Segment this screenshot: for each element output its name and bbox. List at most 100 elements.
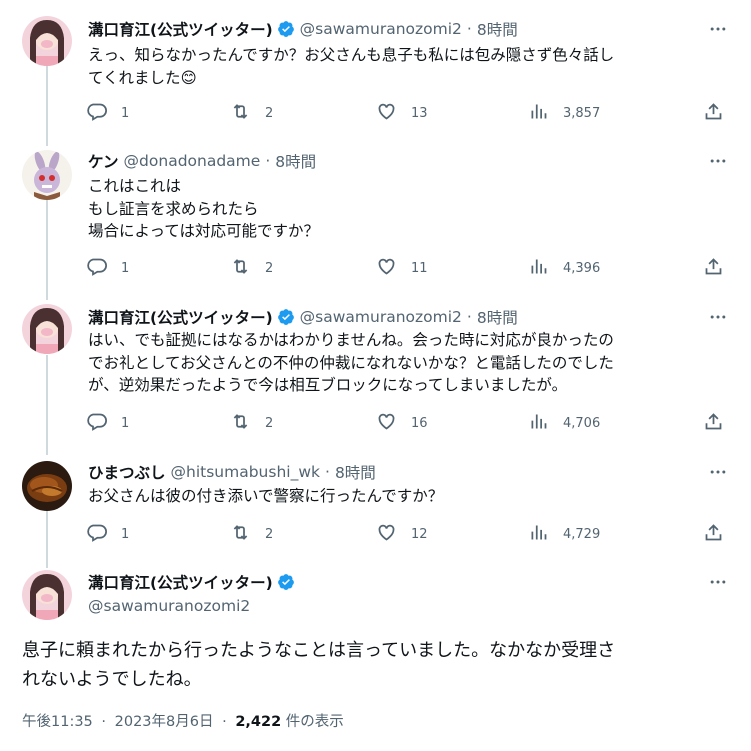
handle[interactable]: @hitsumabushi_wk <box>171 463 320 481</box>
reply-button[interactable]: 1 <box>86 257 129 279</box>
reply-count: 1 <box>121 526 130 542</box>
display-name[interactable]: 溝口育江(公式ツイッター) <box>88 18 273 40</box>
timestamp[interactable]: 8時間 <box>477 18 518 40</box>
reply-count: 1 <box>121 415 130 431</box>
tweet-header: ひまつぶし @hitsumabushi_wk · 8時間 <box>88 461 376 483</box>
views-button[interactable]: 4,729 <box>528 523 600 545</box>
retweet-button[interactable]: 2 <box>230 257 273 279</box>
tweet-text-line: でお礼としてお父さんとの不仲の仲裁になれないかな？と電話したのでした <box>88 353 614 372</box>
tweet-handle-row: @sawamuranozomi2 <box>88 595 250 617</box>
views-icon <box>528 101 549 126</box>
retweet-button[interactable]: 2 <box>230 412 273 434</box>
tweet-text: お父さんは彼の付き添いで警察に行ったんですか？ <box>88 485 728 508</box>
tweet[interactable]: ケン @donadonadame · 8時間 これはこれは もし証言を求められた… <box>0 150 751 278</box>
tweet-header: ケン @donadonadame · 8時間 <box>88 150 316 172</box>
handle[interactable]: @donadonadame <box>124 152 261 170</box>
tweet-meta: 午後11:35 · 2023年8月6日 · 2,422 件の表示 <box>22 710 344 731</box>
retweet-button[interactable]: 2 <box>230 523 273 545</box>
display-name[interactable]: ひまつぶし <box>88 461 166 483</box>
separator: · <box>222 714 227 730</box>
retweet-icon <box>230 256 251 281</box>
views-count: 4,396 <box>563 260 601 276</box>
verified-icon <box>277 20 295 38</box>
retweet-button[interactable]: 2 <box>230 102 273 124</box>
timestamp[interactable]: 8時間 <box>335 461 376 483</box>
tweet-text: えっ、知らなかったんですか？お父さんも息子も私には包み隠さず色々話し てくれまし… <box>88 44 728 89</box>
separator: · <box>325 463 330 481</box>
tweet-header: 溝口育江(公式ツイッター) <box>88 571 295 593</box>
like-button[interactable]: 13 <box>376 102 428 124</box>
avatar[interactable] <box>22 16 72 66</box>
focused-tweet: 溝口育江(公式ツイッター) @sawamuranozomi2 <box>0 570 751 630</box>
post-date[interactable]: 2023年8月6日 <box>115 714 214 730</box>
views-icon <box>528 411 549 436</box>
handle[interactable]: @sawamuranozomi2 <box>300 308 462 326</box>
more-icon[interactable] <box>707 150 729 172</box>
action-bar: 1 2 13 3,857 <box>86 102 730 124</box>
like-button[interactable]: 11 <box>376 257 428 279</box>
display-name[interactable]: 溝口育江(公式ツイッター) <box>88 571 273 593</box>
like-icon <box>376 522 397 547</box>
share-button[interactable] <box>703 102 724 124</box>
like-button[interactable]: 12 <box>376 523 428 545</box>
views-icon <box>528 522 549 547</box>
tweet-text: これはこれは もし証言を求められたら 場合によっては対応可能ですか？ <box>88 175 728 243</box>
verified-icon <box>277 308 295 326</box>
action-bar: 1 2 11 4,396 <box>86 257 730 279</box>
like-icon <box>376 256 397 281</box>
more-icon[interactable] <box>707 571 729 593</box>
avatar[interactable] <box>22 570 72 620</box>
share-button[interactable] <box>703 523 724 545</box>
like-icon <box>376 411 397 436</box>
separator: · <box>265 152 271 170</box>
like-count: 12 <box>411 526 428 542</box>
views-button[interactable]: 4,706 <box>528 412 600 434</box>
tweet-header: 溝口育江(公式ツイッター) @sawamuranozomi2 · 8時間 <box>88 306 518 328</box>
like-count: 11 <box>411 260 428 276</box>
avatar[interactable] <box>22 304 72 354</box>
tweet-text-line: これはこれは <box>88 177 182 195</box>
more-icon[interactable] <box>707 18 729 40</box>
tweet-text-line: 場合によっては対応可能ですか？ <box>88 222 319 240</box>
tweet[interactable]: 溝口育江(公式ツイッター) @sawamuranozomi2 · 8時間 はい、… <box>0 304 751 436</box>
views-count: 4,706 <box>563 415 601 431</box>
reply-count: 1 <box>121 260 130 276</box>
reply-count: 1 <box>121 105 130 121</box>
avatar[interactable] <box>22 461 72 511</box>
retweet-count: 2 <box>265 260 274 276</box>
separator: · <box>466 20 472 38</box>
share-button[interactable] <box>703 412 724 434</box>
retweet-icon <box>230 522 251 547</box>
like-icon <box>376 101 397 126</box>
tweet-text: はい、でも証拠にはなるかはわかりませんね。会った時に対応が良かったの でお礼とし… <box>88 329 728 397</box>
display-name[interactable]: 溝口育江(公式ツイッター) <box>88 306 273 328</box>
post-time[interactable]: 午後11:35 <box>22 714 93 730</box>
more-icon[interactable] <box>707 461 729 483</box>
tweet[interactable]: 溝口育江(公式ツイッター) @sawamuranozomi2 · 8時間 えっ、… <box>0 16 751 143</box>
tweet[interactable]: ひまつぶし @hitsumabushi_wk · 8時間 お父さんは彼の付き添い… <box>0 461 751 551</box>
views-button[interactable]: 3,857 <box>528 102 600 124</box>
timestamp[interactable]: 8時間 <box>477 306 518 328</box>
avatar[interactable] <box>22 150 72 200</box>
reply-button[interactable]: 1 <box>86 412 129 434</box>
tweet-text-line: はい、でも証拠にはなるかはわかりませんね。会った時に対応が良かったの <box>88 331 614 349</box>
views-button[interactable]: 4,396 <box>528 257 600 279</box>
handle[interactable]: @sawamuranozomi2 <box>88 597 250 615</box>
separator: · <box>101 714 107 730</box>
more-icon[interactable] <box>707 306 729 328</box>
display-name[interactable]: ケン <box>88 150 119 172</box>
handle[interactable]: @sawamuranozomi2 <box>300 20 462 38</box>
like-count: 16 <box>411 415 428 431</box>
tweet-text-line: が、逆効果だったようで今は相互ブロックになってしまいましたが。 <box>88 376 568 394</box>
like-button[interactable]: 16 <box>376 412 428 434</box>
timestamp[interactable]: 8時間 <box>275 150 316 172</box>
share-icon <box>703 411 724 436</box>
tweet-text-line: もし証言を求められたら <box>88 199 259 218</box>
reply-button[interactable]: 1 <box>86 102 129 124</box>
share-button[interactable] <box>703 257 724 279</box>
reply-button[interactable]: 1 <box>86 523 129 545</box>
retweet-count: 2 <box>265 526 274 542</box>
reply-icon <box>86 256 107 281</box>
views-count: 4,729 <box>563 526 601 542</box>
share-icon <box>703 522 724 547</box>
